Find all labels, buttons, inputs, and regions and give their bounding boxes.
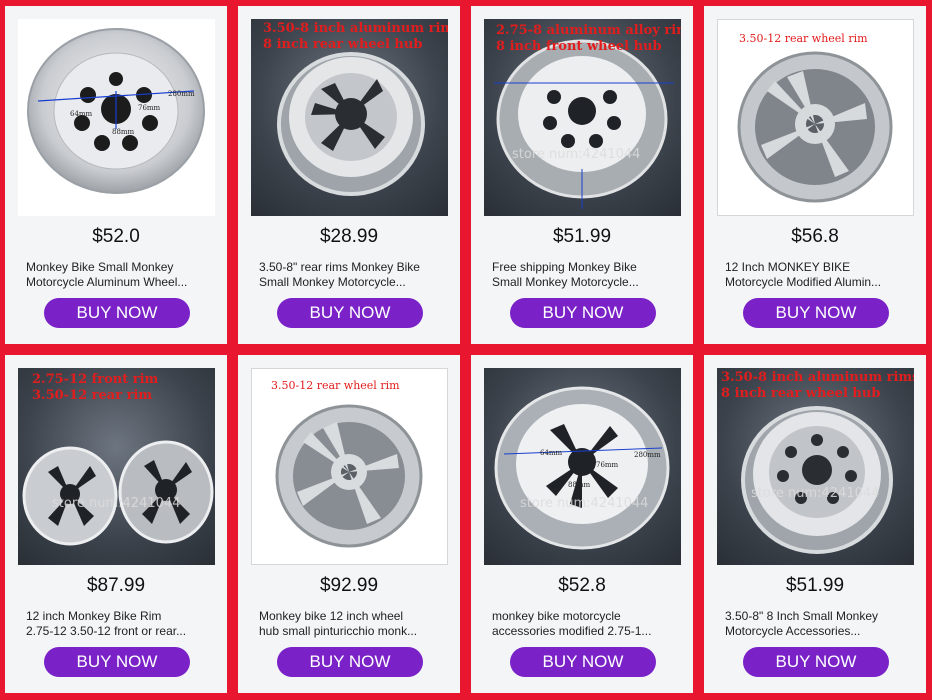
product-image[interactable]: 3.50-12 rear wheel rim [251,368,448,565]
product-card[interactable]: 3.50-12 rear wheel rim $56.8 12 Inch MON… [704,6,926,344]
wheel-image [27,28,205,194]
title-line: Motorcycle Modified Alumin... [725,275,882,289]
product-price: $28.99 [319,226,379,247]
overlay-caption: 3.50-8 inch aluminum rims 8 inch rear wh… [263,21,448,52]
product-image[interactable]: 3.50-8 inch aluminum rims 8 inch rear wh… [717,368,914,565]
product-image[interactable]: 280mm 76mm 64mm 88mm [18,19,215,216]
product-title[interactable]: 3.50-8" rear rims Monkey Bike Small Monk… [259,260,443,290]
title-line: Monkey bike 12 inch wheel [259,609,404,623]
title-line: accessories modified 2.75-1... [492,624,652,638]
product-image[interactable]: 2.75-12 front rim 3.50-12 rear rim store… [18,368,215,565]
product-title[interactable]: Monkey Bike Small Monkey Motorcycle Alum… [26,260,210,290]
buy-now-button[interactable]: BUY NOW [44,647,190,677]
buy-now-button[interactable]: BUY NOW [743,647,889,677]
title-line: 3.50-8" 8 Inch Small Monkey [725,609,878,623]
title-line: Monkey Bike Small Monkey [26,260,174,274]
buy-now-button[interactable]: BUY NOW [743,298,889,328]
overlay-caption: 2.75-12 front rim 3.50-12 rear rim [32,372,159,403]
product-card[interactable]: 3.50-8 inch aluminum rims 8 inch rear wh… [238,6,460,344]
dimension-label: 76mm [596,461,619,469]
product-price: $51.99 [552,226,612,247]
store-watermark: store num:4241044 [520,496,649,511]
dimension-label: 88mm [112,128,135,136]
product-image[interactable]: 2.75-8 aluminum alloy rims 8 inch front … [484,19,681,216]
title-line: 3.50-8" rear rims Monkey Bike [259,260,420,274]
title-line: Motorcycle Aluminum Wheel... [26,275,188,289]
title-line: Free shipping Monkey Bike [492,260,637,274]
store-watermark: store num:4241044 [512,147,641,162]
buy-now-button[interactable]: BUY NOW [510,647,656,677]
product-card[interactable]: 280mm 76mm 64mm 88mm store num:4241044 $… [471,355,693,693]
buy-now-button[interactable]: BUY NOW [510,298,656,328]
product-card[interactable]: 280mm 76mm 64mm 88mm $52.0 Monkey Bike S… [5,6,227,344]
wheel-image [275,404,423,548]
dimension-label: 64mm [540,449,563,457]
product-title[interactable]: 3.50-8" 8 Inch Small Monkey Motorcycle A… [725,609,909,639]
product-price: $92.99 [319,575,379,596]
product-image[interactable]: 280mm 76mm 64mm 88mm store num:4241044 [484,368,681,565]
overlay-caption: 2.75-8 aluminum alloy rims 8 inch front … [496,23,681,54]
title-line: 12 inch Monkey Bike Rim [26,609,162,623]
product-title[interactable]: Free shipping Monkey Bike Small Monkey M… [492,260,676,290]
product-card[interactable]: 3.50-12 rear wheel rim $92.99 Monkey bik… [238,355,460,693]
product-title[interactable]: 12 Inch MONKEY BIKE Motorcycle Modified … [725,260,909,290]
overlay-caption: 3.50-12 rear wheel rim [271,379,400,392]
dimension-label: 76mm [138,104,161,112]
product-card[interactable]: 3.50-8 inch aluminum rims 8 inch rear wh… [704,355,926,693]
title-line: hub small pinturicchio monk... [259,624,418,638]
product-title[interactable]: Monkey bike 12 inch wheel hub small pint… [259,609,443,639]
product-card[interactable]: 2.75-12 front rim 3.50-12 rear rim store… [5,355,227,693]
product-price: $51.99 [785,575,845,596]
product-card[interactable]: 2.75-8 aluminum alloy rims 8 inch front … [471,6,693,344]
product-price: $52.0 [92,226,140,247]
dimension-label: 280mm [634,451,661,459]
product-image[interactable]: 3.50-8 inch aluminum rims 8 inch rear wh… [251,19,448,216]
product-price: $52.8 [558,575,606,596]
product-title[interactable]: 12 inch Monkey Bike Rim 2.75-12 3.50-12 … [26,609,210,639]
dimension-label: 88mm [568,481,591,489]
dimension-label: 64mm [70,110,93,118]
product-price: $56.8 [791,226,839,247]
wheel-image [737,51,893,203]
title-line: 2.75-12 3.50-12 front or rear... [26,624,187,638]
overlay-caption: 3.50-8 inch aluminum rims 8 inch rear wh… [721,370,914,401]
overlay-caption: 3.50-12 rear wheel rim [739,32,868,45]
product-title[interactable]: monkey bike motorcycle accessories modif… [492,609,676,639]
buy-now-button[interactable]: BUY NOW [44,298,190,328]
buy-now-button[interactable]: BUY NOW [277,298,423,328]
buy-now-button[interactable]: BUY NOW [277,647,423,677]
title-line: Motorcycle Accessories... [725,624,861,638]
title-line: monkey bike motorcycle [492,609,621,623]
title-line: Small Monkey Motorcycle... [492,275,639,289]
wheel-image [494,386,670,550]
dimension-label: 280mm [168,90,195,98]
title-line: 12 Inch MONKEY BIKE [725,260,851,274]
store-watermark: store num:4241044 [751,486,880,501]
product-price: $87.99 [86,575,146,596]
product-grid: 280mm 76mm 64mm 88mm $52.0 Monkey Bike S… [5,6,926,693]
store-watermark: store num:4241044 [52,496,181,511]
title-line: Small Monkey Motorcycle... [259,275,406,289]
product-image[interactable]: 3.50-12 rear wheel rim [717,19,914,216]
